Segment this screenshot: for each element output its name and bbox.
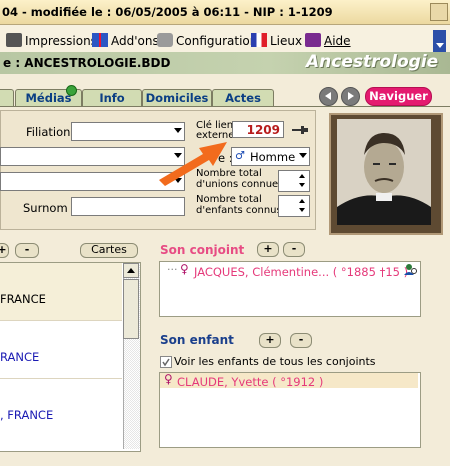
enfants-label-1: Nombre total <box>196 194 262 205</box>
menu-overflow-arrow[interactable] <box>433 30 446 52</box>
tab-info[interactable]: Info <box>82 89 142 107</box>
event-remove-button[interactable]: - <box>15 243 39 258</box>
tab-domiciles[interactable]: Domiciles <box>142 89 212 107</box>
menu-label: Aide <box>324 34 351 48</box>
window-button[interactable] <box>430 3 448 21</box>
unions-spinner[interactable] <box>278 170 310 192</box>
conjoint-title: Son conjoint <box>160 243 245 257</box>
menu-impressions[interactable]: Impressions <box>6 33 97 48</box>
title-text: 04 - modifiée le : 06/05/2005 à 06:11 - … <box>2 5 333 19</box>
menu-addons[interactable]: Add'ons <box>92 33 159 48</box>
list-item[interactable]: , FRANCE <box>0 379 122 436</box>
chevron-down-icon <box>174 128 182 133</box>
person-photo[interactable] <box>329 113 443 235</box>
document-bar: e : ANCESTROLOGIE.BDD Ancestrologie <box>0 52 450 74</box>
media-indicator-icon <box>66 85 77 96</box>
nav-forward-button[interactable] <box>341 87 360 106</box>
tab-label: Domiciles <box>145 91 209 105</box>
menu-aide[interactable]: Aide <box>305 33 351 48</box>
cle-lien-input[interactable]: 1209 <box>232 121 284 138</box>
tab-label: Info <box>99 91 125 105</box>
gift-icon <box>92 33 108 47</box>
enfants-spinner[interactable] <box>278 195 310 217</box>
conjoint-entry[interactable]: JACQUES, Clémentine... ( °1885 †15 ) <box>194 265 408 279</box>
annotation-arrow-icon <box>159 142 227 186</box>
menu-label: Lieux <box>270 34 303 48</box>
list-item[interactable]: FRANCE <box>0 263 122 321</box>
scroll-up-button[interactable] <box>123 263 139 278</box>
scroll-thumb[interactable] <box>123 279 139 339</box>
male-symbol-icon: ♂ <box>235 149 245 162</box>
tab-label: Actes <box>225 91 261 105</box>
show-all-children-checkbox[interactable] <box>160 356 172 368</box>
sexe-value: Homme <box>250 150 296 164</box>
pin-icon[interactable] <box>292 125 308 135</box>
tab-partial[interactable] <box>0 89 14 107</box>
sexe-select[interactable]: ♂ Homme <box>231 147 310 166</box>
event-place: RANCE <box>0 350 40 364</box>
printer-icon <box>6 33 22 47</box>
event-place: FRANCE <box>0 292 46 306</box>
menu-label: Impressions <box>25 34 97 48</box>
menu-label: Configuration <box>176 34 258 48</box>
show-all-children-label: Voir les enfants de tous les conjoints <box>174 355 376 368</box>
conjoint-remove-button[interactable]: - <box>283 242 305 257</box>
database-filename: e : ANCESTROLOGIE.BDD <box>3 56 171 70</box>
event-place: , FRANCE <box>0 408 54 422</box>
naviguer-button[interactable]: Naviguer <box>365 87 432 106</box>
nav-back-button[interactable] <box>319 87 338 106</box>
menu-configuration[interactable]: Configuration <box>157 33 257 48</box>
enfants-label-2: d'enfants connus <box>196 205 282 216</box>
surnom-label: Surnom : <box>23 201 76 215</box>
help-book-icon <box>305 33 321 47</box>
cartes-button[interactable]: Cartes <box>80 243 138 258</box>
menu-lieux[interactable]: Lieux <box>251 33 302 48</box>
enfant-remove-button[interactable]: - <box>290 333 312 348</box>
brand-logo-text: Ancestrologie <box>306 52 439 72</box>
tab-label: Médias <box>25 91 72 105</box>
tab-actes[interactable]: Actes <box>212 89 274 107</box>
flag-icon <box>251 33 267 47</box>
tree-connector: ··· <box>167 263 178 276</box>
wrench-icon <box>157 33 173 47</box>
conjoint-add-button[interactable]: + <box>257 242 279 257</box>
tab-divider <box>0 106 450 107</box>
female-symbol-icon: ♀ <box>164 372 173 386</box>
female-symbol-icon: ♀ <box>180 262 189 276</box>
enfant-title: Son enfant <box>160 333 234 347</box>
person-search-icon[interactable] <box>403 263 418 276</box>
enfant-entry[interactable]: CLAUDE, Yvette ( °1912 ) <box>177 375 323 389</box>
chevron-down-icon <box>299 153 307 158</box>
menu-label: Add'ons <box>111 34 159 48</box>
enfant-add-button[interactable]: + <box>259 333 281 348</box>
event-add-button[interactable]: + <box>0 243 9 258</box>
list-item[interactable]: RANCE <box>0 321 122 379</box>
surnom-input[interactable] <box>71 197 185 216</box>
title-bar: 04 - modifiée le : 06/05/2005 à 06:11 - … <box>0 0 450 25</box>
